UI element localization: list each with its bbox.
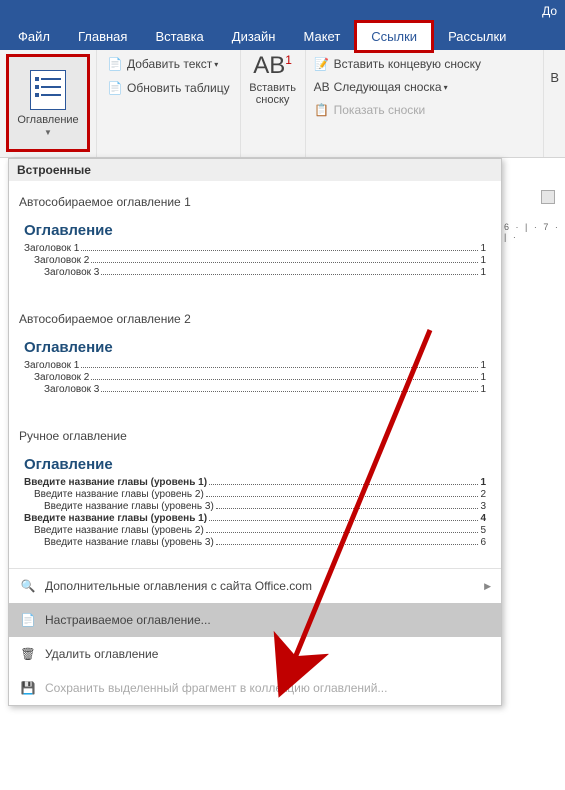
next-footnote-button[interactable]: AB Следующая сноска ▾ <box>310 77 540 97</box>
menu-references[interactable]: Ссылки <box>354 20 434 53</box>
document-icon: 📄 <box>19 611 37 629</box>
show-notes-button[interactable]: 📋 Показать сноски <box>310 100 540 120</box>
chevron-down-icon: ▾ <box>444 83 448 92</box>
toc-icon <box>30 70 66 110</box>
menu-insert[interactable]: Вставка <box>141 23 217 50</box>
menu-layout[interactable]: Макет <box>289 23 354 50</box>
insert-footnote-button[interactable]: AB1 Вставить сноску <box>243 54 303 106</box>
panel-header-builtin: Встроенные <box>9 159 501 181</box>
menu-home[interactable]: Главная <box>64 23 141 50</box>
toc-option-auto1[interactable]: Автособираемое оглавление 1 Оглавление З… <box>9 181 501 298</box>
option-title: Автособираемое оглавление 1 <box>9 187 501 213</box>
custom-toc-button[interactable]: 📄 Настраиваемое оглавление... <box>9 603 501 637</box>
preview-auto1: Оглавление Заголовок 11 Заголовок 21 Заг… <box>19 215 491 286</box>
ribbon-group-toc-actions: 📄 Добавить текст ▾ 📄 Обновить таблицу <box>97 50 241 157</box>
endnote-icon: 📝 <box>314 56 330 72</box>
more-toc-office-button[interactable]: 🔍 Дополнительные оглавления с сайта Offi… <box>9 569 501 603</box>
chevron-down-icon: ▼ <box>44 128 52 137</box>
ruler: 6 · | · 7 · | · <box>504 222 565 242</box>
update-icon: 📄 <box>107 80 123 96</box>
next-footnote-icon: AB <box>314 79 330 95</box>
add-text-button[interactable]: 📄 Добавить текст ▾ <box>103 54 234 74</box>
preview-manual: Оглавление Введите название главы (урове… <box>19 449 491 556</box>
menu-mailings[interactable]: Рассылки <box>434 23 520 50</box>
update-table-button[interactable]: 📄 Обновить таблицу <box>103 78 234 98</box>
toc-option-auto2[interactable]: Автособираемое оглавление 2 Оглавление З… <box>9 298 501 415</box>
option-title: Автособираемое оглавление 2 <box>9 304 501 330</box>
ribbon-group-toc: Оглавление ▼ <box>0 50 97 157</box>
menu-bar: Файл Главная Вставка Дизайн Макет Ссылки… <box>0 22 565 50</box>
ribbon-right-letter: В <box>550 70 559 85</box>
show-notes-icon: 📋 <box>314 102 330 118</box>
ribbon-group-right: В <box>544 50 565 157</box>
chevron-right-icon: ▶ <box>484 581 491 592</box>
ribbon-group-endnote: 📝 Вставить концевую сноску AB Следующая … <box>306 50 545 157</box>
view-button-icon[interactable] <box>541 190 555 204</box>
add-text-icon: 📄 <box>107 56 123 72</box>
toc-label: Оглавление <box>17 114 78 126</box>
menu-design[interactable]: Дизайн <box>218 23 290 50</box>
toc-dropdown-panel: Встроенные Автособираемое оглавление 1 О… <box>8 158 502 706</box>
toc-button[interactable]: Оглавление ▼ <box>6 54 90 152</box>
remove-toc-button[interactable]: 🗑 Удалить оглавление <box>9 637 501 671</box>
ribbon: Оглавление ▼ 📄 Добавить текст ▾ 📄 Обнови… <box>0 50 565 158</box>
save-icon: 💾 <box>19 679 37 697</box>
toc-option-manual[interactable]: Ручное оглавление Оглавление Введите наз… <box>9 415 501 568</box>
panel-footer: 🔍 Дополнительные оглавления с сайта Offi… <box>9 568 501 705</box>
title-bar: До <box>0 0 565 22</box>
footnote-icon: AB1 <box>243 54 303 78</box>
menu-file[interactable]: Файл <box>4 23 64 50</box>
title-text: До <box>542 4 557 18</box>
preview-auto2: Оглавление Заголовок 11 Заголовок 21 Заг… <box>19 332 491 403</box>
option-title: Ручное оглавление <box>9 421 501 447</box>
insert-endnote-button[interactable]: 📝 Вставить концевую сноску <box>310 54 540 74</box>
remove-icon: 🗑 <box>19 645 37 663</box>
chevron-down-icon: ▾ <box>214 60 218 69</box>
search-icon: 🔍 <box>19 577 37 595</box>
save-selection-button: 💾 Сохранить выделенный фрагмент в коллек… <box>9 671 501 705</box>
ribbon-group-footnote: AB1 Вставить сноску <box>241 50 306 157</box>
